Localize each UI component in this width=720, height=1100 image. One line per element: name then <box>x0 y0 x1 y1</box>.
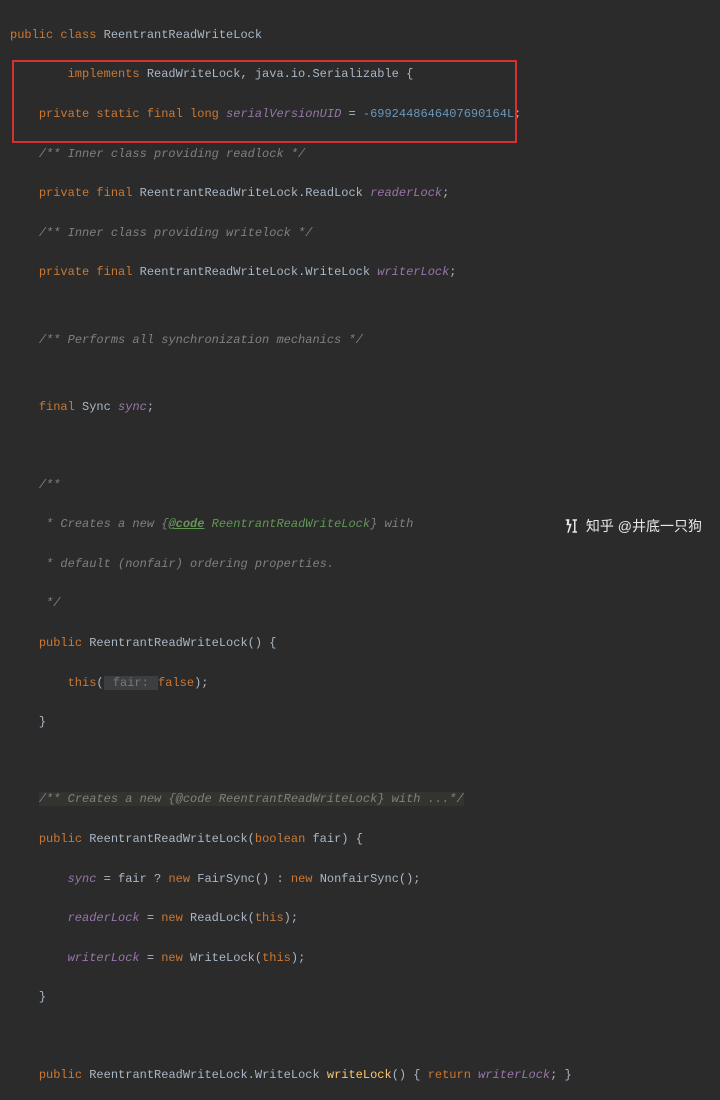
code-line: readerLock = new ReadLock(this); <box>10 909 720 929</box>
code-line: public ReentrantReadWriteLock() { <box>10 634 720 654</box>
code-line: /** Inner class providing writelock */ <box>10 224 720 244</box>
code-line: } <box>10 988 720 1008</box>
code-line: /** Creates a new {@code ReentrantReadWr… <box>10 790 720 810</box>
code-line: * default (nonfair) ordering properties. <box>10 555 720 575</box>
code-line: } <box>10 713 720 733</box>
code-line: writerLock = new WriteLock(this); <box>10 949 720 969</box>
code-line: /** Inner class providing readlock */ <box>10 145 720 165</box>
code-line: public class ReentrantReadWriteLock <box>10 26 720 46</box>
code-line: public ReentrantReadWriteLock.WriteLock … <box>10 1066 720 1086</box>
watermark-text: 知乎 @井底一只狗 <box>586 515 702 538</box>
code-line: this( fair: false); <box>10 674 720 694</box>
code-line: private final ReentrantReadWriteLock.Rea… <box>10 184 720 204</box>
code-line: implements ReadWriteLock, java.io.Serial… <box>10 65 720 85</box>
code-line: private static final long serialVersionU… <box>10 105 720 125</box>
zhihu-icon <box>562 517 580 535</box>
code-editor[interactable]: public class ReentrantReadWriteLock impl… <box>10 6 720 1100</box>
code-line: /** <box>10 476 720 496</box>
code-line: final Sync sync; <box>10 398 720 418</box>
code-line: /** Performs all synchronization mechani… <box>10 331 720 351</box>
code-line: sync = fair ? new FairSync() : new Nonfa… <box>10 870 720 890</box>
code-line: public ReentrantReadWriteLock(boolean fa… <box>10 830 720 850</box>
code-line: */ <box>10 594 720 614</box>
watermark: 知乎 @井底一只狗 <box>562 515 702 538</box>
code-line: private final ReentrantReadWriteLock.Wri… <box>10 263 720 283</box>
